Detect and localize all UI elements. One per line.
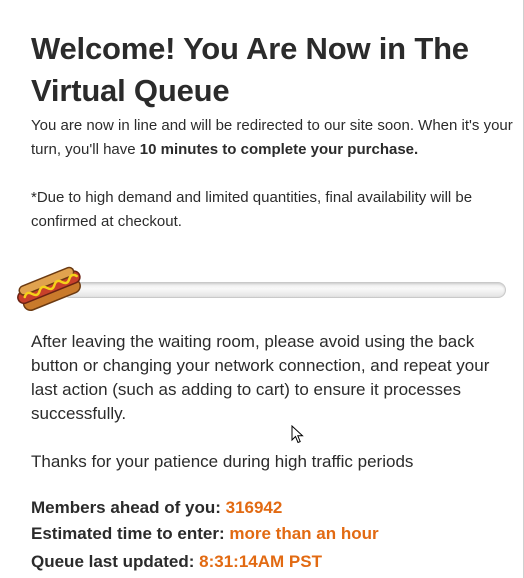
- estimated-time-value: more than an hour: [229, 524, 379, 543]
- queue-header: Welcome! You Are Now in The Virtual Queu…: [31, 28, 513, 234]
- members-ahead-label: Members ahead of you:: [31, 498, 221, 517]
- members-ahead-row: Members ahead of you: 316942: [31, 496, 282, 520]
- availability-note: *Due to high demand and limited quantiti…: [31, 189, 473, 230]
- members-ahead-value: 316942: [225, 498, 283, 517]
- queue-progress-bar: [16, 266, 506, 312]
- intro-bold-text: 10 minutes to complete your purchase.: [139, 141, 419, 158]
- instructions-text: After leaving the waiting room, please a…: [31, 332, 490, 423]
- last-updated-value: 8:31:14AM PST: [199, 552, 322, 571]
- page-title: Welcome! You Are Now in The Virtual Queu…: [31, 31, 469, 108]
- estimated-time-row: Estimated time to enter: more than an ho…: [31, 522, 379, 546]
- progress-track: [62, 282, 506, 298]
- intro-paragraph: You are now in line and will be redirect…: [31, 114, 513, 162]
- thanks-text: Thanks for your patience during high tra…: [31, 452, 414, 471]
- estimated-time-label: Estimated time to enter:: [31, 524, 225, 543]
- mouse-cursor-icon: [291, 425, 304, 444]
- hotdog-icon: [17, 266, 81, 312]
- last-updated-row: Queue last updated: 8:31:14AM PST: [31, 550, 322, 574]
- last-updated-label: Queue last updated:: [31, 552, 195, 571]
